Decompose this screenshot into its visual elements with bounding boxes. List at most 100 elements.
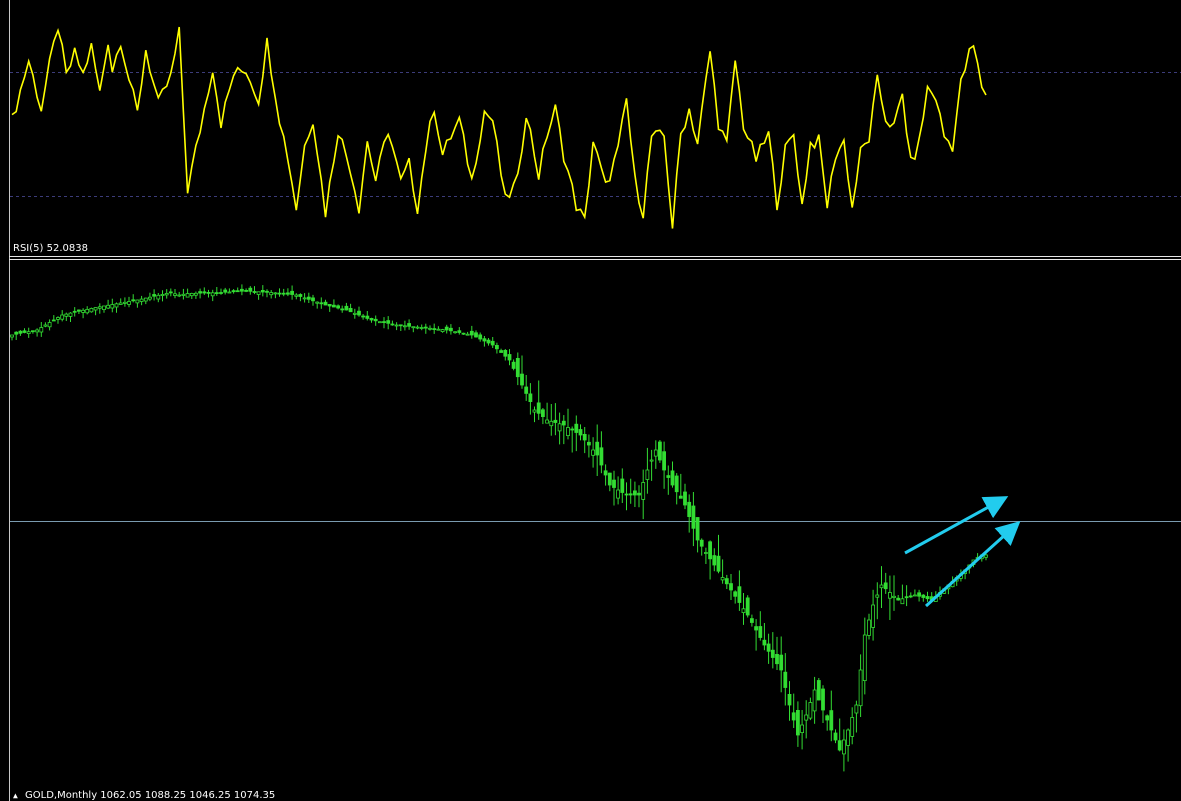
candle-body [10,334,14,338]
candle-body [913,594,917,597]
candle-body [365,315,370,319]
candle-body [724,578,729,585]
candle-body [306,296,311,300]
candle-body [290,290,295,295]
candle-body [219,292,223,294]
candle-body [695,517,700,541]
candle-body [482,338,487,342]
candle-body [206,291,211,294]
candle-body [570,428,575,431]
candle-body [377,321,382,324]
candle-body [110,304,115,309]
candle-body [766,643,771,652]
candle-body [348,307,353,313]
candle-body [796,710,800,736]
candle-body [616,489,620,499]
candle-body [762,639,767,646]
candle-body [198,291,203,294]
candle-body [854,704,859,714]
candle-body [758,626,763,638]
candle-body [26,331,31,335]
chart-window: RSI(5) 52.0838 ▲ GOLD,Monthly 1062.05 10… [0,0,1181,801]
candle-body [77,309,81,312]
candle-body [649,459,654,462]
candle-body [620,478,625,493]
candle-body [716,555,721,572]
candle-body [858,669,863,707]
candle-body [520,373,524,386]
bottom-triangle-icon: ▲ [13,791,18,800]
candle-body [440,329,445,333]
candle-body [14,331,19,335]
candle-body [68,312,73,317]
candle-body [269,292,274,296]
candle-body [478,334,483,340]
candle-body [118,302,123,305]
candle-body [808,702,813,719]
candle-body [850,717,855,737]
candle-body [733,591,738,597]
candle-body [436,328,441,331]
candle-body [557,423,562,432]
candle-body [39,327,44,333]
candle-body [741,608,746,613]
candle-body [494,344,499,350]
candle-body [528,393,533,402]
candle-body [674,475,679,493]
candle-body [825,715,830,721]
candle-body [81,309,85,313]
candle-body [453,331,458,334]
candle-body [791,712,796,721]
rsi-panel [11,26,987,229]
candle-body [892,595,896,598]
candle-body [56,317,60,320]
candle-body [641,482,646,500]
candle-body [35,329,39,333]
candle-body [256,291,261,295]
candle-body [30,330,35,333]
candle-body [867,619,871,636]
candle-body [357,310,361,316]
candle-body [908,595,913,598]
candle-body [311,297,315,302]
candle-body [545,419,549,424]
candle-body [394,324,399,327]
candle-body [883,582,888,590]
candle-body [549,420,554,427]
candle-body [43,324,48,327]
candle-body [507,354,512,361]
candle-body [821,688,825,711]
candle-body [18,330,23,334]
rsi-label: RSI(5) 52.0838 [13,243,88,254]
candle-body [235,290,240,293]
candle-body [699,539,704,547]
candle-body [770,649,775,658]
candle-body [896,597,901,601]
price-info-label: GOLD,Monthly 1062.05 1088.25 1046.25 107… [25,790,275,801]
candle-body [833,732,838,741]
candle-body [323,301,328,306]
candle-body [687,501,692,517]
candle-body [921,594,926,598]
candle-body [340,308,345,311]
candle-body [637,492,641,496]
candle-body [97,306,102,309]
candle-body [708,541,712,560]
candle-body [202,291,207,294]
candle-body [591,449,595,456]
candle-body [628,493,633,496]
candle-body [658,441,662,461]
candle-body [745,597,750,616]
candle-body [804,714,809,721]
candle-body [64,313,69,317]
candle-body [173,293,177,296]
candle-body [595,441,600,456]
candle-body [285,292,290,295]
candle-body [457,330,462,333]
candle-body [135,299,140,304]
candle-body [704,552,708,554]
candle-body [177,294,182,297]
candle-body [750,618,754,623]
candle-body [398,324,403,327]
candle-body [515,357,520,378]
